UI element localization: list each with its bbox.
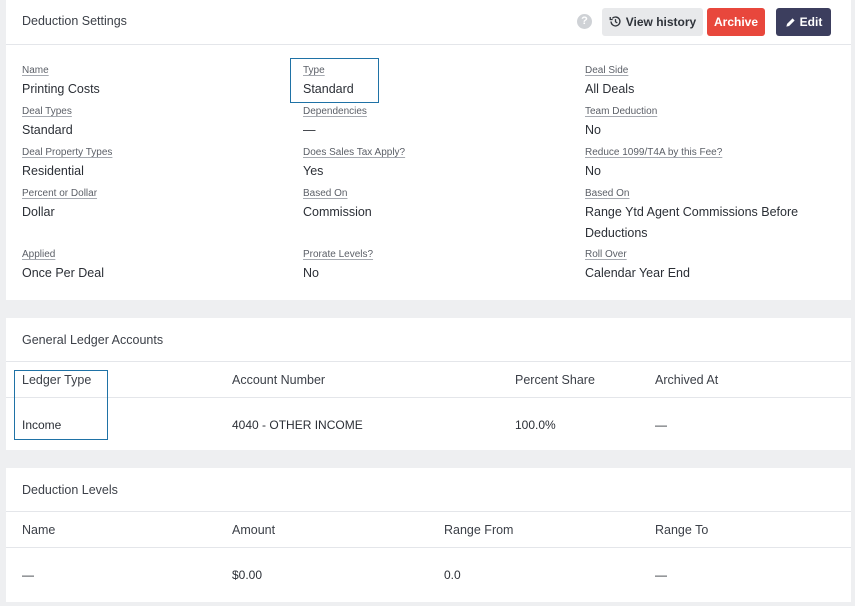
settings-divider [6, 44, 851, 45]
range-to-cell: — [655, 568, 667, 582]
sales-tax-label: Does Sales Tax Apply? [303, 147, 406, 158]
general-ledger-card: General Ledger Accounts Ledger Type Acco… [6, 318, 851, 450]
archived-at-cell: — [655, 418, 667, 432]
based-on-value: Commission [303, 205, 372, 219]
deduction-levels-title: Deduction Levels [22, 483, 118, 497]
archived-at-header: Archived At [655, 373, 719, 387]
dependencies-value: — [303, 123, 316, 137]
view-history-button[interactable]: View history [602, 8, 703, 36]
percent-or-dollar-value: Dollar [22, 205, 55, 219]
percent-share-header: Percent Share [515, 373, 595, 387]
deduction-levels-card: Deduction Levels Name Amount Range From … [6, 468, 851, 602]
ledger-title-divider [6, 361, 851, 362]
team-deduction-label: Team Deduction [585, 106, 658, 117]
levels-title-divider [6, 511, 851, 512]
ledger-header-divider [6, 397, 851, 398]
ledger-type-highlight-box [14, 370, 108, 440]
deal-side-label: Deal Side [585, 65, 629, 76]
deal-types-label: Deal Types [22, 106, 72, 117]
edit-label: Edit [799, 15, 823, 29]
based-on-range-label: Based On [585, 188, 630, 199]
view-history-label: View history [625, 15, 697, 29]
name-label: Name [22, 65, 49, 76]
deduction-settings-card: Deduction Settings ? View history Archiv… [6, 0, 851, 300]
percent-share-cell: 100.0% [515, 418, 556, 432]
range-from-header: Range From [444, 523, 514, 537]
prorate-levels-value: No [303, 266, 319, 280]
level-name-header: Name [22, 523, 56, 537]
based-on-label: Based On [303, 188, 348, 199]
levels-header-divider [6, 547, 851, 548]
team-deduction-value: No [585, 123, 601, 137]
deal-side-value: All Deals [585, 82, 635, 96]
based-on-range-value-line1: Range Ytd Agent Commissions Before [585, 205, 799, 219]
sales-tax-value: Yes [303, 164, 324, 178]
account-number-cell: 4040 - OTHER INCOME [232, 418, 363, 432]
roll-over-label: Roll Over [585, 249, 627, 260]
range-to-header: Range To [655, 523, 709, 537]
reduce-1099-label: Reduce 1099/T4A by this Fee? [585, 147, 723, 158]
deal-property-types-label: Deal Property Types [22, 147, 113, 158]
edit-button[interactable]: Edit [776, 8, 831, 36]
name-value: Printing Costs [22, 82, 100, 96]
account-number-header: Account Number [232, 373, 326, 387]
percent-or-dollar-label: Percent or Dollar [22, 188, 98, 199]
prorate-levels-label: Prorate Levels? [303, 249, 374, 260]
type-highlight-box [290, 58, 379, 103]
deal-property-types-value: Residential [22, 164, 84, 178]
level-name-cell: — [22, 568, 34, 582]
reduce-1099-value: No [585, 164, 601, 178]
archive-button[interactable]: Archive [707, 8, 765, 36]
based-on-range-value-line2: Deductions [585, 226, 648, 240]
history-clock-icon [609, 16, 621, 27]
amount-header: Amount [232, 523, 276, 537]
applied-value: Once Per Deal [22, 266, 104, 280]
amount-cell: $0.00 [232, 568, 263, 582]
dependencies-label: Dependencies [303, 106, 367, 117]
applied-label: Applied [22, 249, 56, 260]
pencil-icon [786, 18, 795, 27]
roll-over-value: Calendar Year End [585, 266, 690, 280]
general-ledger-title: General Ledger Accounts [22, 333, 164, 347]
range-from-cell: 0.0 [444, 568, 461, 582]
deduction-settings-title: Deduction Settings [22, 14, 127, 28]
deal-types-value: Standard [22, 123, 73, 137]
question-circle-icon[interactable]: ? [577, 14, 592, 29]
